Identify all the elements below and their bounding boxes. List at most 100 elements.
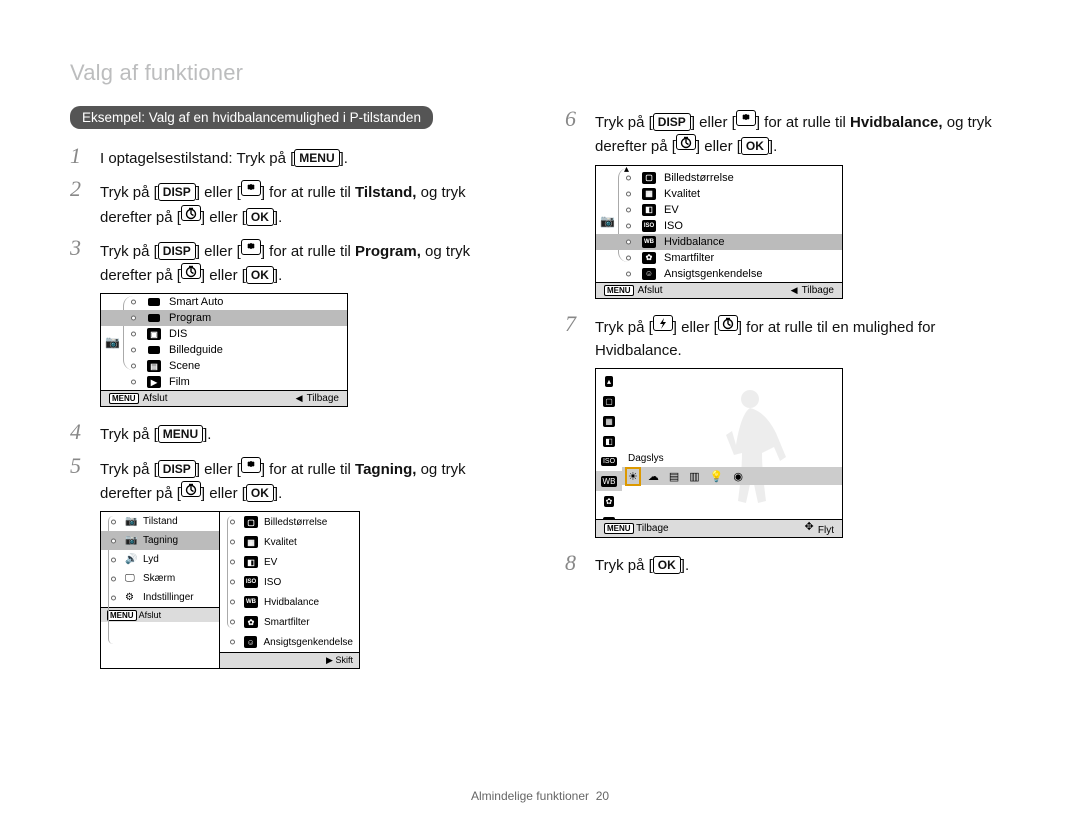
ev-icon: ◧	[603, 436, 615, 447]
step-text: Tryk på [DISP] eller [] for at rulle til…	[595, 106, 1010, 159]
pane-footer: ▶ Skift	[220, 652, 359, 668]
mode-list-screenshot: Smart AutoProgram▣DISBilledguide▤Scene▶F…	[100, 293, 348, 407]
capture-list-item: ISOISO	[596, 218, 842, 234]
left-column: Eksempel: Valg af en hvidbalancemulighed…	[70, 106, 515, 669]
step-text: Tryk på [DISP] eller [] for at rulle til…	[100, 453, 515, 506]
list-icon: ISO	[642, 220, 656, 232]
list-label: Tagning	[143, 535, 178, 546]
text: ] for at rulle til	[756, 114, 850, 131]
ok-button: OK	[246, 208, 274, 226]
list-label: Indstillinger	[143, 592, 194, 603]
text: ] eller [	[201, 209, 246, 226]
list-label: Billedstørrelse	[264, 517, 327, 528]
list-icon: ☺	[642, 268, 656, 280]
settings-right-item: ☺Ansigtsgenkendelse	[220, 632, 359, 652]
screenshot-footer: MENU Tilbage Flyt	[596, 519, 842, 537]
settings-left-item: 🔊Lyd	[101, 550, 219, 569]
pane-footer: MENU Afslut	[101, 607, 219, 622]
wb-daylight-icon: ☀	[628, 470, 638, 483]
list-label: Smart Auto	[169, 296, 223, 308]
mode-list-item: Billedguide	[101, 342, 347, 358]
step-text: I optagelsestilstand: Tryk på [MENU].	[100, 143, 348, 170]
wb-preview-screenshot: ▴ ▢ ▦ ◧ ISO WB ✿ ☺ Dagslys ☀ ☁ ▤ ▥ 💡 ◉	[595, 368, 843, 538]
wb-strip: Dagslys ☀ ☁ ▤ ▥ 💡 ◉	[622, 453, 842, 485]
mode-list: Smart AutoProgram▣DISBilledguide▤Scene▶F…	[101, 294, 347, 390]
text: ].	[274, 267, 282, 284]
list-label: EV	[664, 204, 679, 216]
disp-button: DISP	[158, 460, 196, 478]
list-label: Ansigtsgenkendelse	[263, 637, 353, 648]
list-label: Kvalitet	[664, 188, 700, 200]
list-label: Scene	[169, 360, 200, 372]
list-label: DIS	[169, 328, 187, 340]
list-label: Hvidbalance	[264, 597, 319, 608]
right-arrow-icon: ▶	[326, 655, 333, 665]
text: ] eller [	[696, 138, 741, 155]
step-1: 1 I optagelsestilstand: Tryk på [MENU].	[70, 143, 515, 170]
capture-list: ▴ ▢Billedstørrelse▦Kvalitet◧EVISOISOWBHv…	[596, 166, 842, 282]
wb-fluorescent-l-icon: ▥	[689, 470, 699, 483]
text: Tryk på [	[100, 184, 158, 201]
settings-left-item: 📷 Tagning	[101, 531, 219, 550]
list-icon: ▢	[244, 516, 258, 528]
settings-left-item: ⚙Indstillinger	[101, 588, 219, 607]
text: Tryk på [	[100, 426, 158, 443]
wb-fluorescent-h-icon: ▤	[669, 470, 679, 483]
disp-button: DISP	[158, 242, 196, 260]
capture-options-screenshot: ▴ ▢Billedstørrelse▦Kvalitet◧EVISOISOWBHv…	[595, 165, 843, 299]
list-icon: ▣	[147, 328, 161, 340]
menu-button: MENU	[294, 149, 339, 167]
text: Tryk på [	[595, 114, 653, 131]
person-silhouette	[692, 383, 812, 513]
step-number: 3	[70, 235, 88, 261]
list-icon: ◧	[244, 556, 258, 568]
step-5: 5 Tryk på [DISP] eller [] for at rulle t…	[70, 453, 515, 506]
text: ] for at rulle til	[261, 461, 355, 478]
list-icon: ▶	[147, 376, 161, 388]
step-2: 2 Tryk på [DISP] eller [] for at rulle t…	[70, 176, 515, 229]
list-icon	[147, 296, 161, 308]
text: ] eller [	[673, 319, 718, 336]
macro-icon	[241, 180, 261, 196]
step-number: 4	[70, 419, 88, 445]
list-icon: 📷	[125, 516, 137, 527]
menu-button: MENU	[158, 425, 203, 443]
text: Tryk på [	[100, 243, 158, 260]
left-arrow-icon: ◀	[296, 393, 303, 404]
right-column: 6 Tryk på [DISP] eller [] for at rulle t…	[565, 106, 1010, 669]
text: ] for at rulle til	[261, 243, 355, 260]
step-text: Tryk på [DISP] eller [] for at rulle til…	[100, 235, 515, 288]
menu-tag-icon: MENU	[604, 285, 634, 296]
list-icon: 📷	[125, 535, 137, 546]
list-icon: 🔊	[125, 554, 137, 565]
timer-icon	[181, 481, 201, 497]
footer-right: Skift	[335, 655, 353, 665]
step-number: 7	[565, 311, 583, 337]
footer-right: Tilbage	[802, 285, 834, 296]
content-columns: Eksempel: Valg af en hvidbalancemulighed…	[70, 106, 1010, 669]
macro-icon	[241, 457, 261, 473]
step-text: Tryk på [MENU].	[100, 419, 211, 446]
ok-button: OK	[246, 484, 274, 502]
text: ] for at rulle til	[261, 184, 355, 201]
list-label: ISO	[264, 577, 281, 588]
four-way-icon	[803, 521, 815, 533]
list-label: Billedstørrelse	[664, 172, 734, 184]
settings-right-item: ▦Kvalitet	[220, 532, 359, 552]
target-word: Hvidbalance,	[850, 114, 943, 131]
ok-button: OK	[653, 556, 681, 574]
target-word: Program,	[355, 243, 421, 260]
list-label: Hvidbalance	[664, 236, 725, 248]
text: ] eller [	[196, 461, 241, 478]
footer-left: Afslut	[143, 393, 168, 404]
footer-left: Afslut	[638, 285, 663, 296]
screenshot-footer: MENU Afslut ◀ Tilbage	[101, 390, 347, 406]
list-label: Smartfilter	[664, 252, 714, 264]
capture-list-item: ▦Kvalitet	[596, 186, 842, 202]
size-icon: ▢	[603, 396, 615, 407]
settings-two-pane-screenshot: 📷Tilstand📷Tagning🔊Lyd🖵Skærm⚙Indstillinge…	[100, 511, 360, 669]
capture-list-item: ◧EV	[596, 202, 842, 218]
text: ].	[769, 138, 777, 155]
wb-custom-icon: ◉	[733, 470, 743, 483]
step-number: 8	[565, 550, 583, 576]
